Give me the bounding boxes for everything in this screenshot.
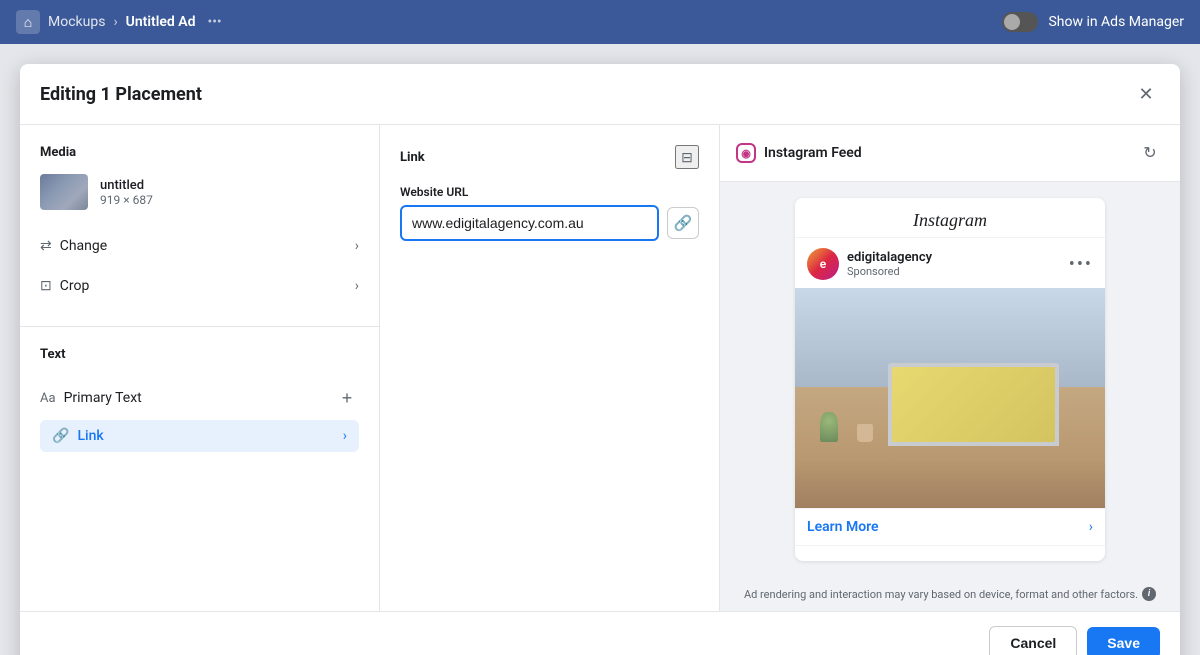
more-options-icon[interactable]: ••• (207, 14, 221, 30)
preview-header: ◉ Instagram Feed ↻ (720, 125, 1180, 182)
preview-note: Ad rendering and interaction may vary ba… (720, 577, 1180, 611)
primary-text-label: Primary Text (64, 390, 142, 406)
preview-content: Instagram e edigitalagency Sponsored ••• (720, 182, 1180, 577)
change-chevron-icon: › (355, 238, 359, 254)
instagram-card: Instagram e edigitalagency Sponsored ••• (795, 198, 1105, 561)
media-item: untitled 919 × 687 (40, 174, 359, 210)
website-url-label: Website URL (400, 185, 699, 199)
info-icon[interactable]: i (1142, 587, 1156, 601)
editing-placement-modal: Editing 1 Placement ✕ Media untitled 919 (20, 64, 1180, 655)
ig-post-image (795, 288, 1105, 508)
ig-like-icon[interactable]: ♡ (809, 557, 827, 562)
primary-text-icon: Aa (40, 391, 56, 406)
url-input-row: 🔗 (400, 205, 699, 241)
ig-post-header: e edigitalagency Sponsored ••• (795, 238, 1105, 288)
ig-actions-row: ♡ ○ ▷ ⊠ (795, 546, 1105, 561)
change-icon: ⇄ (40, 238, 52, 254)
preview-note-text: Ad rendering and interaction may vary ba… (744, 588, 1138, 601)
ig-share-icon[interactable]: ▷ (867, 557, 882, 562)
crop-icon: ⊡ (40, 278, 52, 294)
modal-title: Editing 1 Placement (40, 84, 202, 105)
top-bar: ⌂ Mockups › Untitled Ad ••• Show in Ads … (0, 0, 1200, 44)
ig-avatar: e (807, 248, 839, 280)
toggle-knob (1004, 14, 1020, 30)
ig-sponsored-label: Sponsored (847, 265, 932, 278)
laptop-screen (892, 367, 1055, 443)
show-in-ads-manager-toggle[interactable] (1002, 12, 1038, 32)
link-copy-button[interactable]: 🔗 (667, 207, 699, 239)
media-info: untitled 919 × 687 (100, 178, 153, 207)
primary-text-label-row: Aa Primary Text (40, 390, 142, 406)
learn-more-chevron-icon: › (1089, 519, 1093, 535)
breadcrumb-mockups[interactable]: Mockups (48, 14, 105, 30)
media-section: Media untitled 919 × 687 ⇄ Chan (20, 125, 379, 327)
modal-body: Media untitled 919 × 687 ⇄ Chan (20, 125, 1180, 611)
ig-action-left-icons: ♡ ○ ▷ (809, 556, 882, 561)
link-row-chevron-icon: › (343, 428, 347, 444)
media-filename: untitled (100, 178, 153, 193)
media-section-title: Media (40, 145, 359, 160)
crop-label: Crop (60, 278, 90, 294)
collapse-link-button[interactable]: ⊟ (675, 145, 699, 169)
link-section-title: Link (400, 150, 425, 165)
crop-label-row: ⊡ Crop (40, 278, 89, 294)
learn-more-label[interactable]: Learn More (807, 519, 879, 535)
modal-close-button[interactable]: ✕ (1132, 80, 1160, 108)
change-media-row[interactable]: ⇄ Change › (40, 226, 359, 266)
modal-header: Editing 1 Placement ✕ (20, 64, 1180, 125)
desk-scene-illustration (795, 288, 1105, 508)
coffee-cup (857, 424, 873, 442)
text-section: Text Aa Primary Text + 🔗 Link › (20, 327, 379, 472)
ig-username: edigitalagency (847, 250, 932, 265)
breadcrumb-current-page[interactable]: Untitled Ad (126, 14, 196, 30)
home-icon[interactable]: ⌂ (16, 10, 40, 34)
modal-overlay: Editing 1 Placement ✕ Media untitled 919 (0, 44, 1200, 655)
ig-comment-icon[interactable]: ○ (841, 556, 853, 561)
breadcrumb-separator: › (113, 14, 117, 30)
modal-footer: Cancel Save (20, 611, 1180, 655)
link-row[interactable]: 🔗 Link › (40, 420, 359, 452)
add-primary-text-button[interactable]: + (335, 386, 359, 410)
ig-learn-more-row: Learn More › (795, 508, 1105, 546)
right-panel: ◉ Instagram Feed ↻ Instagram e (720, 125, 1180, 611)
crop-chevron-icon: › (355, 278, 359, 294)
media-dimensions: 919 × 687 (100, 193, 153, 207)
laptop-body (888, 363, 1059, 447)
change-label: Change (60, 238, 107, 254)
link-section-header: Link ⊟ (400, 145, 699, 169)
link-row-icon: 🔗 (52, 428, 69, 444)
cancel-button[interactable]: Cancel (989, 626, 1077, 655)
left-panel: Media untitled 919 × 687 ⇄ Chan (20, 125, 380, 611)
instagram-icon: ◉ (736, 143, 756, 163)
breadcrumb: ⌂ Mockups › Untitled Ad ••• (16, 10, 222, 34)
change-label-row: ⇄ Change (40, 238, 107, 254)
media-thumbnail (40, 174, 88, 210)
text-section-title: Text (40, 347, 359, 362)
middle-panel: Link ⊟ Website URL 🔗 (380, 125, 720, 611)
save-button[interactable]: Save (1087, 627, 1160, 655)
refresh-preview-button[interactable]: ↻ (1136, 139, 1164, 167)
instagram-brand-header: Instagram (795, 198, 1105, 238)
link-row-label: Link (77, 428, 103, 444)
crop-media-row[interactable]: ⊡ Crop › (40, 266, 359, 306)
website-url-input[interactable] (400, 205, 659, 241)
ig-save-icon[interactable]: ⊠ (1074, 557, 1091, 562)
ig-user-info: edigitalagency Sponsored (847, 250, 932, 278)
ig-post-user: e edigitalagency Sponsored (807, 248, 932, 280)
media-thumb-image (40, 174, 88, 210)
preview-platform-label: Instagram Feed (764, 145, 862, 161)
ig-more-options-icon[interactable]: ••• (1069, 254, 1093, 275)
preview-title-row: ◉ Instagram Feed (736, 143, 862, 163)
primary-text-row: Aa Primary Text + (40, 376, 359, 420)
plant-left (820, 412, 838, 442)
link-row-left: 🔗 Link (52, 428, 104, 444)
ads-manager-toggle-row: Show in Ads Manager (1002, 12, 1184, 32)
show-in-ads-manager-label: Show in Ads Manager (1048, 14, 1184, 30)
